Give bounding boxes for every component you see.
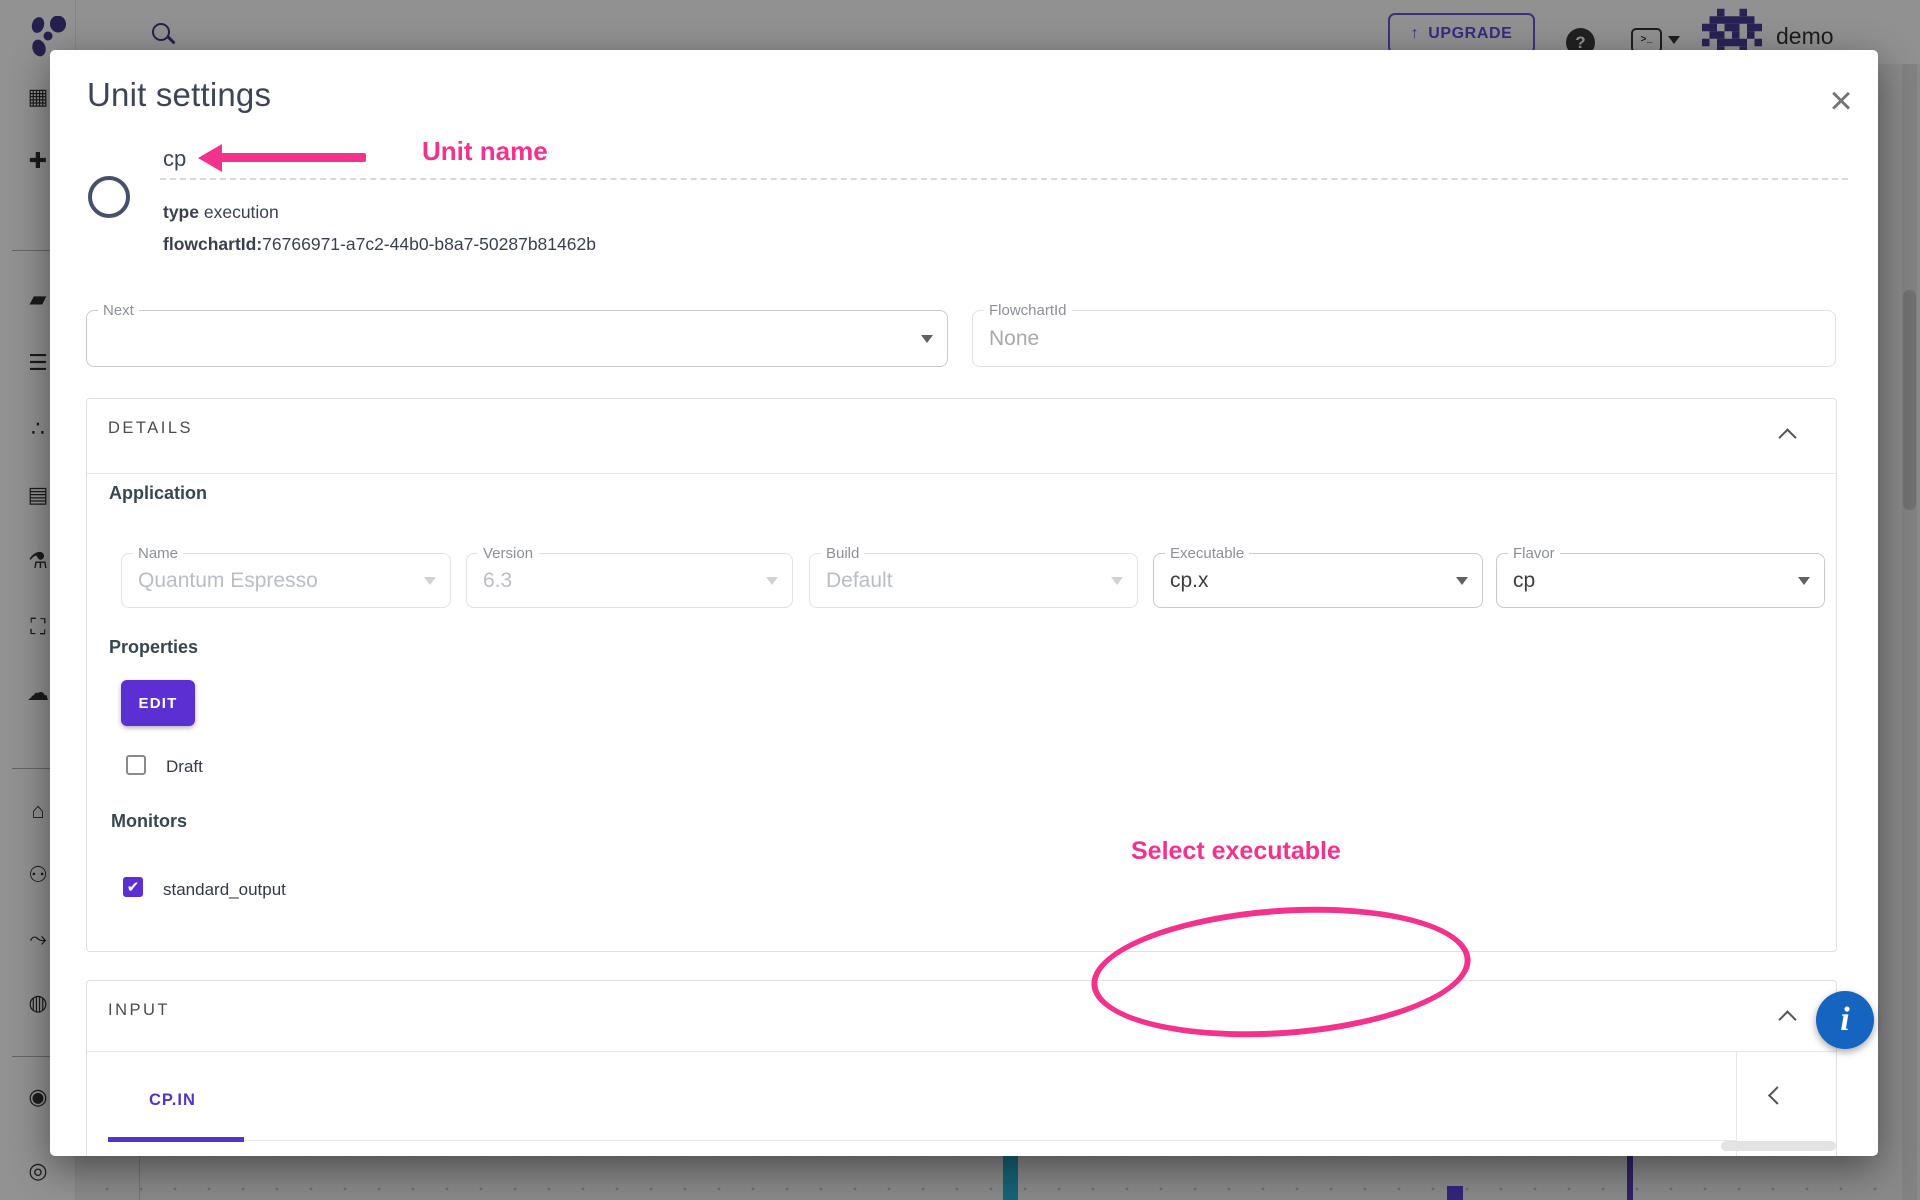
chevron-down-icon[interactable] (921, 335, 933, 343)
build-label: Build (821, 545, 864, 562)
build-value: Default (826, 569, 893, 593)
chevron-left-icon[interactable] (1768, 1086, 1786, 1104)
page: ↑ UPGRADE ? >_ demo ▦ ✚ ▰ ☰ ∴ ▤ ⚗ ⛶ ☁ ⌂ … (0, 0, 1920, 1200)
unit-name-underline (160, 178, 1848, 180)
chevron-down-icon (766, 577, 778, 585)
info-icon: i (1840, 1001, 1849, 1039)
chevron-down-icon[interactable] (1456, 577, 1468, 585)
build-select: Build Default (809, 553, 1138, 608)
details-section: DETAILS Application Name Quantum Espress… (86, 398, 1837, 952)
unit-settings-dialog: Unit settings × cp Unit name type execut… (50, 50, 1878, 1156)
annotation-unit-name: Unit name (422, 136, 548, 167)
active-tab-indicator (108, 1137, 244, 1142)
details-header: DETAILS (108, 419, 193, 438)
annotation-arrow-shaft (218, 153, 366, 162)
version-select: Version 6.3 (466, 553, 793, 608)
input-section: INPUT CP.IN (86, 980, 1837, 1156)
flowchartid-field-label: FlowchartId (984, 302, 1072, 319)
draft-checkbox-label[interactable]: Draft (166, 757, 203, 777)
input-header: INPUT (108, 1001, 170, 1020)
dialog-title: Unit settings (87, 76, 271, 114)
standard-output-label[interactable]: standard_output (163, 880, 286, 900)
name-label: Name (133, 545, 183, 562)
chevron-down-icon[interactable] (1798, 577, 1810, 585)
next-select[interactable]: Next (86, 310, 948, 367)
chevron-down-icon (1111, 577, 1123, 585)
flowchartid-field: FlowchartId None (972, 310, 1836, 367)
info-fab-button[interactable]: i (1816, 991, 1874, 1049)
tab-cp-in[interactable]: CP.IN (149, 1091, 196, 1110)
application-name-select: Name Quantum Espresso (121, 553, 451, 608)
unit-type-row: type execution (163, 202, 279, 223)
executable-select[interactable]: Executable cp.x (1153, 553, 1483, 608)
flavor-value: cp (1513, 569, 1535, 593)
flowchartid-label: flowchartId: (163, 234, 262, 254)
chevron-down-icon (424, 577, 436, 585)
unit-flowchartid-row: flowchartId:76766971-a7c2-44b0-b8a7-5028… (163, 234, 596, 255)
application-label: Application (109, 483, 207, 504)
tab-scrollbar-thumb[interactable] (1721, 1141, 1836, 1151)
name-value: Quantum Espresso (138, 569, 318, 593)
unit-name-value[interactable]: cp (163, 146, 186, 172)
divider (87, 473, 1836, 474)
monitors-label: Monitors (111, 811, 187, 832)
version-label: Version (478, 545, 538, 562)
close-icon[interactable]: × (1820, 80, 1862, 122)
flavor-select[interactable]: Flavor cp (1496, 553, 1825, 608)
type-label: type (163, 202, 199, 222)
next-select-label: Next (98, 302, 139, 319)
annotation-select-executable: Select executable (1131, 837, 1341, 866)
flowchartid-field-value: None (989, 327, 1039, 351)
version-value: 6.3 (483, 569, 512, 593)
unit-shape-icon (88, 176, 130, 218)
executable-value: cp.x (1170, 569, 1209, 593)
collapse-chevron-up-icon[interactable] (1778, 1010, 1796, 1028)
collapse-chevron-up-icon[interactable] (1778, 428, 1796, 446)
check-icon: ✔ (127, 878, 140, 896)
tabstrip-border (244, 1140, 1736, 1141)
type-value: execution (204, 202, 279, 222)
divider (87, 1051, 1836, 1052)
flowchartid-value: 76766971-a7c2-44b0-b8a7-50287b81462b (262, 234, 596, 254)
edit-button[interactable]: EDIT (121, 680, 195, 726)
executable-label: Executable (1165, 545, 1249, 562)
properties-label: Properties (109, 637, 198, 658)
draft-checkbox[interactable] (126, 755, 146, 775)
standard-output-checkbox[interactable]: ✔ (123, 877, 143, 897)
flavor-label: Flavor (1508, 545, 1560, 562)
